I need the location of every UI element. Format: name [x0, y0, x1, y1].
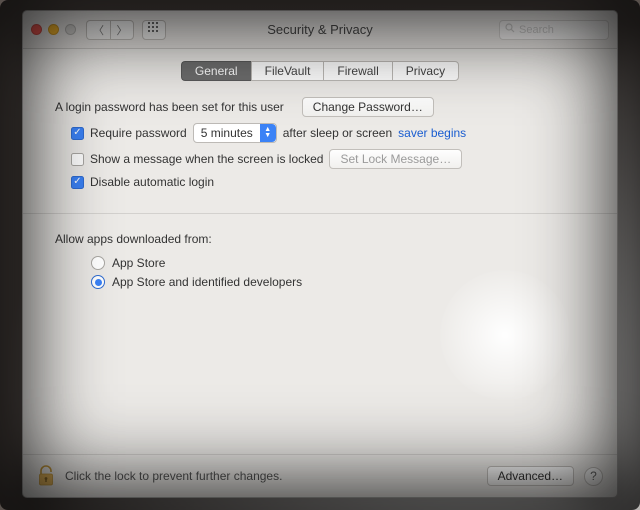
chevron-right-icon: 〉 [117, 22, 128, 38]
change-password-button[interactable]: Change Password… [302, 97, 434, 117]
stepper-arrows-icon: ▲▼ [260, 124, 276, 142]
show-all-button[interactable] [142, 20, 166, 40]
minimize-icon[interactable] [48, 24, 59, 35]
close-icon[interactable] [31, 24, 42, 35]
general-pane: A login password has been set for this u… [23, 89, 617, 454]
require-password-label: Require password [90, 126, 187, 140]
disable-auto-login-checkbox[interactable]: ✓ [71, 176, 84, 189]
after-sleep-text-a: after sleep or screen [283, 126, 392, 140]
chevron-left-icon: 〈 [93, 22, 104, 38]
nav-buttons: 〈 〉 [86, 20, 134, 40]
help-icon: ? [590, 469, 597, 483]
back-button[interactable]: 〈 [86, 20, 110, 40]
password-set-label: A login password has been set for this u… [55, 100, 284, 114]
divider [23, 213, 617, 214]
radio-app-store-and-developers[interactable] [91, 275, 105, 289]
allow-apps-radio-group: App Store App Store and identified devel… [91, 256, 591, 294]
require-password-delay-select[interactable]: 5 minutes ▲▼ [193, 123, 277, 143]
lock-icon[interactable] [37, 465, 55, 487]
preferences-window: 〈 〉 Security & Privacy Search General Fi… [22, 10, 618, 498]
tab-privacy[interactable]: Privacy [392, 61, 459, 81]
radio-app-store-label: App Store [112, 256, 165, 270]
tab-filevault[interactable]: FileVault [251, 61, 324, 81]
advanced-button[interactable]: Advanced… [487, 466, 574, 486]
tab-firewall[interactable]: Firewall [323, 61, 391, 81]
delay-value: 5 minutes [194, 126, 260, 140]
allow-apps-heading: Allow apps downloaded from: [55, 232, 212, 246]
footer: Click the lock to prevent further change… [23, 454, 617, 497]
lock-help-text: Click the lock to prevent further change… [65, 469, 282, 483]
search-input[interactable]: Search [499, 20, 609, 40]
disable-auto-login-label: Disable automatic login [90, 175, 214, 189]
tab-bar: General FileVault Firewall Privacy [23, 49, 617, 89]
after-sleep-text-b: saver begins [398, 126, 466, 140]
show-message-label: Show a message when the screen is locked [90, 152, 323, 166]
radio-app-store-and-developers-label: App Store and identified developers [112, 275, 302, 289]
radio-app-store[interactable] [91, 256, 105, 270]
grid-icon [148, 22, 160, 37]
search-icon [505, 23, 515, 36]
set-lock-message-button[interactable]: Set Lock Message… [329, 149, 462, 169]
zoom-icon[interactable] [65, 24, 76, 35]
show-message-checkbox[interactable] [71, 153, 84, 166]
titlebar: 〈 〉 Security & Privacy Search [23, 11, 617, 49]
forward-button[interactable]: 〉 [110, 20, 134, 40]
search-placeholder: Search [519, 24, 554, 36]
help-button[interactable]: ? [584, 467, 603, 486]
require-password-checkbox[interactable]: ✓ [71, 127, 84, 140]
tab-general[interactable]: General [181, 61, 251, 81]
traffic-lights [31, 24, 76, 35]
